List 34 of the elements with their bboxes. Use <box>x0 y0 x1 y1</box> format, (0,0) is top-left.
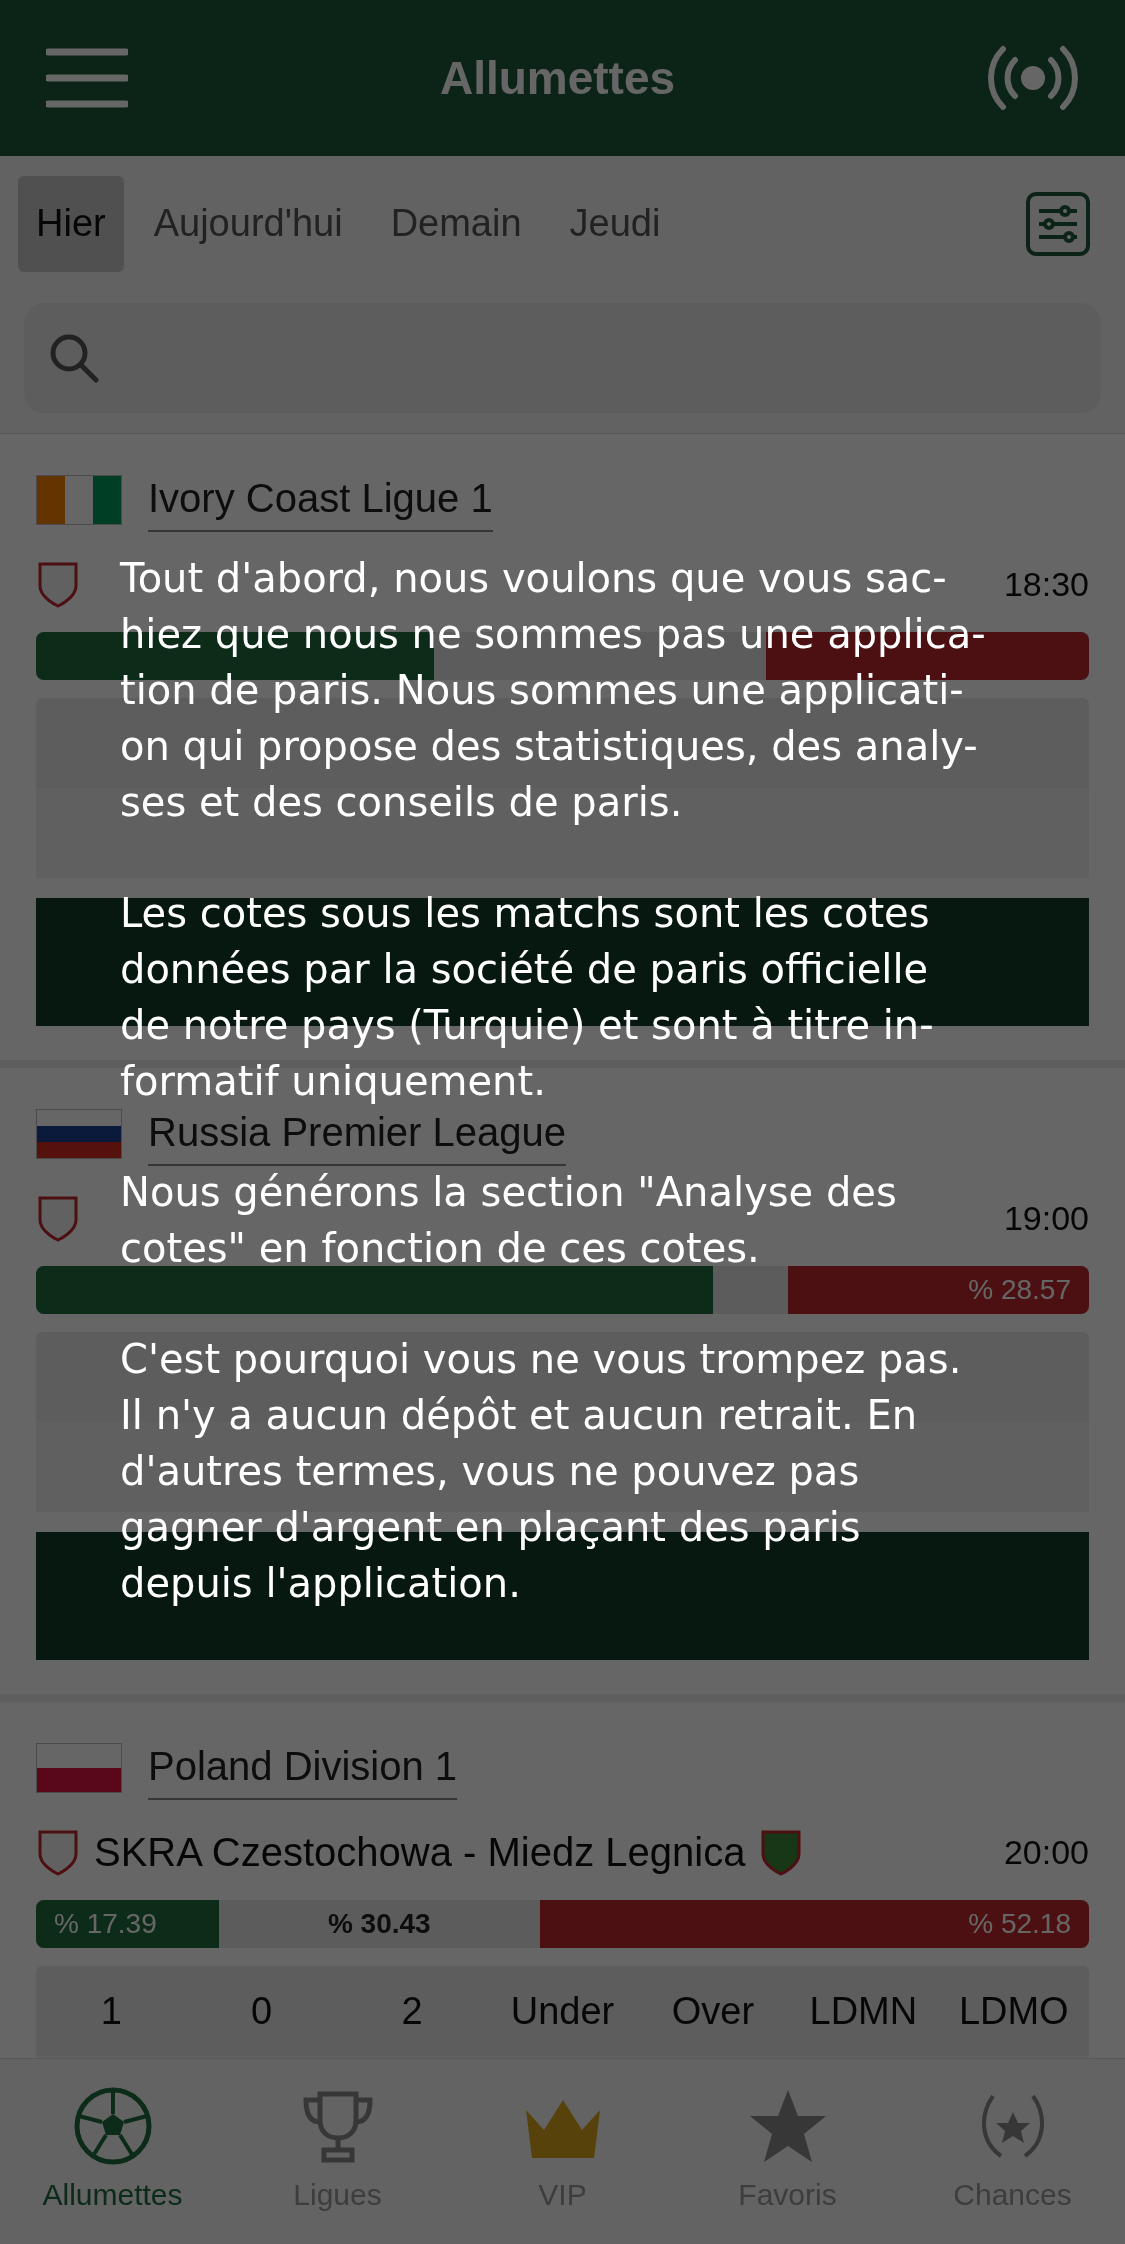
menu-icon[interactable] <box>46 47 128 109</box>
filter-icon[interactable] <box>1025 190 1091 257</box>
away-probability-fill: % 52.18 <box>539 1900 1089 1948</box>
search-icon <box>48 332 100 384</box>
league-name[interactable]: Poland Division 1 <box>148 1736 458 1800</box>
away-probability-fill: % 28.57 <box>788 1266 1089 1314</box>
odds-header: 0 <box>250 1988 274 2034</box>
team-logo-icon <box>36 1194 80 1242</box>
team-logo-icon <box>36 1828 80 1876</box>
notice-paragraph: Tout d'abord, nous voulons que vous sac- hiez que nous ne sommes pas une applica- tion de paris. Nous sommes une applicati- on qui propose des statistiques, des analy- ses et des conseils de paris. <box>120 554 986 827</box>
soccer-ball-icon <box>72 2086 153 2166</box>
draw-probability: % 30.43 <box>327 1907 431 1941</box>
day-tab[interactable]: Hier <box>18 175 124 272</box>
odds-header: LDMO <box>957 1988 1070 2034</box>
flag-icon <box>36 1109 122 1159</box>
broadcast-icon[interactable] <box>987 45 1079 111</box>
odds-header: Under <box>509 1988 616 2034</box>
odds-header: Over <box>670 1988 756 2034</box>
league-name[interactable]: Ivory Coast Ligue 1 <box>148 468 493 532</box>
match-time: 19:00 <box>1003 1197 1089 1239</box>
flag-icon <box>36 475 122 525</box>
home-probability-fill: % 17.39 <box>36 1900 220 1948</box>
nav-tab[interactable]: Allumettes <box>0 2086 225 2217</box>
match-teams: SKRA Czestochowa - Miedz Legnica <box>94 1829 746 1876</box>
search-field[interactable] <box>24 303 1101 413</box>
odds-header: LDMN <box>808 1988 919 2034</box>
odds-header: 1 <box>99 1988 123 2034</box>
odds-header: 2 <box>400 1988 424 2034</box>
match-time: 18:30 <box>1003 563 1089 605</box>
team-logo-icon <box>759 1828 804 1876</box>
flag-icon <box>36 1743 122 1793</box>
team-logo-icon <box>36 560 80 608</box>
match-time: 20:00 <box>1003 1831 1089 1873</box>
header-title: Allumettes <box>438 50 677 106</box>
